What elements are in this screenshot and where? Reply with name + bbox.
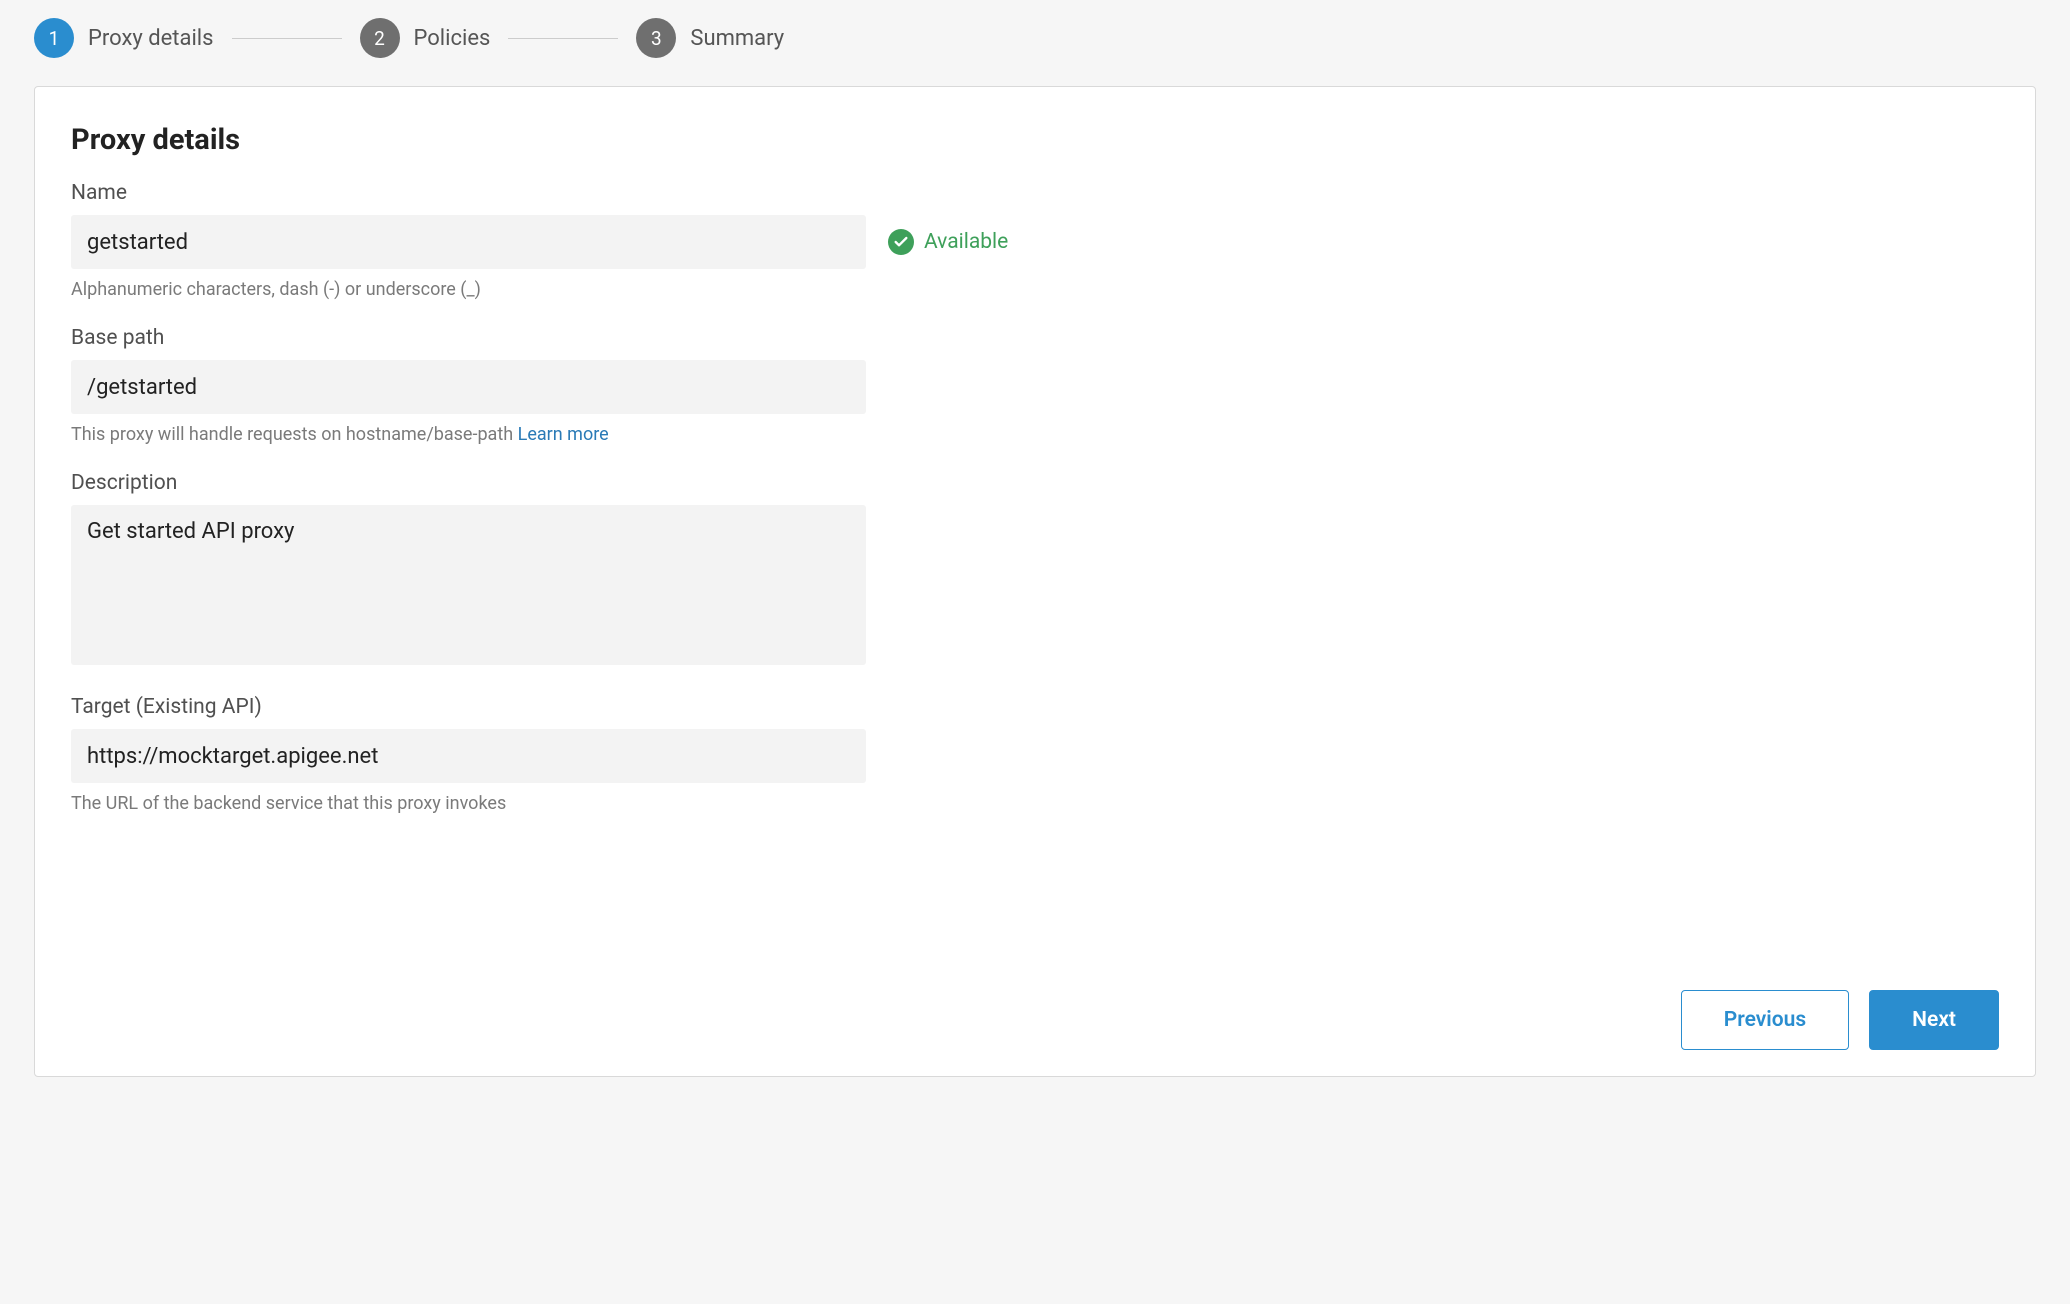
step-summary[interactable]: 3 Summary <box>636 18 784 58</box>
label-description: Description <box>71 471 1999 495</box>
step-proxy-details[interactable]: 1 Proxy details <box>34 18 214 58</box>
step-label-policies: Policies <box>414 26 491 51</box>
description-input[interactable] <box>71 505 866 665</box>
base-path-helper-prefix: This proxy will handle requests on hostn… <box>71 424 518 445</box>
base-path-helper-text: This proxy will handle requests on hostn… <box>71 424 1999 445</box>
step-label-summary: Summary <box>690 26 784 51</box>
target-input[interactable] <box>71 729 866 783</box>
previous-button[interactable]: Previous <box>1681 990 1849 1050</box>
field-target: Target (Existing API) The URL of the bac… <box>71 695 1999 814</box>
label-name: Name <box>71 181 1999 205</box>
wizard-footer: Previous Next <box>71 990 1999 1050</box>
field-base-path: Base path This proxy will handle request… <box>71 326 1999 445</box>
name-input[interactable] <box>71 215 866 269</box>
step-number-3: 3 <box>636 18 676 58</box>
base-path-input[interactable] <box>71 360 866 414</box>
name-availability-badge: Available <box>888 229 1008 255</box>
wizard-stepper: 1 Proxy details 2 Policies 3 Summary <box>0 0 2070 86</box>
next-button[interactable]: Next <box>1869 990 1999 1050</box>
card-title: Proxy details <box>71 123 1999 157</box>
check-circle-icon <box>888 229 914 255</box>
name-helper-text: Alphanumeric characters, dash (-) or und… <box>71 279 1999 300</box>
step-policies[interactable]: 2 Policies <box>360 18 491 58</box>
step-connector <box>232 38 342 39</box>
step-connector <box>508 38 618 39</box>
step-number-2: 2 <box>360 18 400 58</box>
field-description: Description <box>71 471 1999 669</box>
name-availability-text: Available <box>924 230 1008 254</box>
learn-more-link[interactable]: Learn more <box>518 424 609 445</box>
field-name: Name Available Alphanumeric characters, … <box>71 181 1999 300</box>
proxy-details-card: Proxy details Name Available Alphanumeri… <box>34 86 2036 1077</box>
step-label-proxy-details: Proxy details <box>88 26 214 51</box>
label-target: Target (Existing API) <box>71 695 1999 719</box>
target-helper-text: The URL of the backend service that this… <box>71 793 1999 814</box>
label-base-path: Base path <box>71 326 1999 350</box>
step-number-1: 1 <box>34 18 74 58</box>
